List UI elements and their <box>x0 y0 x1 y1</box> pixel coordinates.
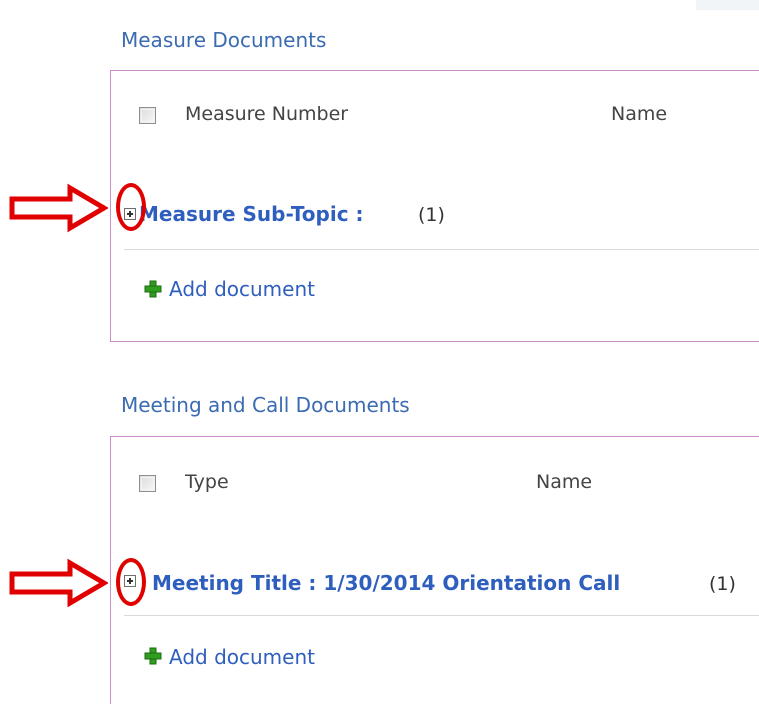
group-item-count: (1) <box>709 573 736 595</box>
column-header-name[interactable]: Name <box>536 471 592 493</box>
measure-documents-title: Measure Documents <box>121 28 327 52</box>
measure-documents-panel: Measure Number Name Measure Sub-Topic : … <box>110 70 759 342</box>
group-separator: : <box>308 571 317 595</box>
annotation-arrow-icon <box>9 183 108 233</box>
annotation-circle <box>116 183 146 231</box>
select-all-checkbox[interactable] <box>139 475 156 492</box>
add-document-icon[interactable] <box>144 280 162 298</box>
group-value: 1/30/2014 Orientation Call <box>323 571 621 595</box>
group-item-count: (1) <box>418 204 445 226</box>
select-all-checkbox[interactable] <box>139 107 156 124</box>
column-header-measure-number[interactable]: Measure Number <box>185 103 348 125</box>
group-label: Meeting Title <box>152 571 302 595</box>
group-header-measure-sub-topic[interactable]: Measure Sub-Topic : <box>139 202 364 226</box>
annotation-circle <box>116 558 146 606</box>
add-document-link[interactable]: Add document <box>169 277 315 301</box>
annotation-arrow-icon <box>9 558 108 608</box>
document-library-page: Measure Documents Measure Number Name Me… <box>0 0 759 704</box>
meeting-documents-panel: Type Name Meeting Title : 1/30/2014 Orie… <box>110 436 759 704</box>
group-separator: : <box>355 202 364 226</box>
group-label: Measure Sub-Topic <box>139 202 349 226</box>
column-header-name[interactable]: Name <box>611 103 667 125</box>
top-right-tint <box>696 0 759 10</box>
meeting-documents-title: Meeting and Call Documents <box>121 393 410 417</box>
group-divider <box>124 249 759 250</box>
add-document-link[interactable]: Add document <box>169 645 315 669</box>
add-document-icon[interactable] <box>144 647 162 665</box>
group-header-meeting-title[interactable]: Meeting Title : 1/30/2014 Orientation Ca… <box>152 571 620 595</box>
group-divider <box>124 615 759 616</box>
column-header-type[interactable]: Type <box>185 471 229 493</box>
